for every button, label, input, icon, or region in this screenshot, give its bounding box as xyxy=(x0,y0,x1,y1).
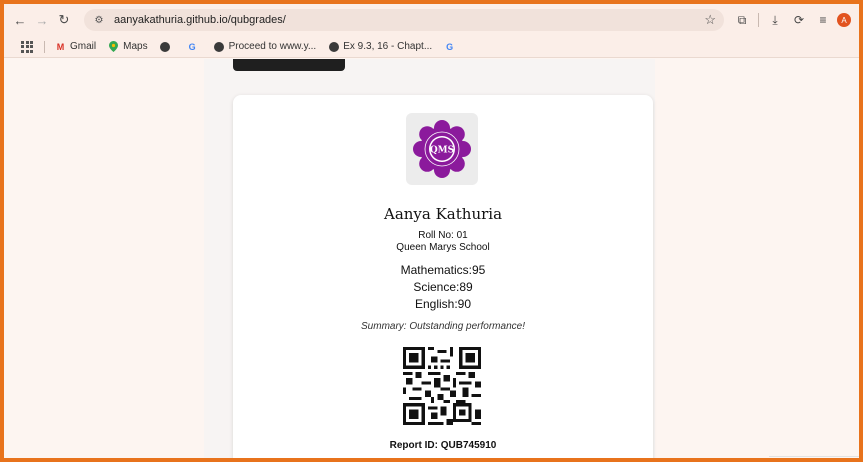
report-id: Report ID: QUB745910 xyxy=(389,440,497,451)
bookmarks-bar: M Gmail Maps G Proceed to www.y... Ex 9.… xyxy=(4,36,859,58)
performance-summary: Summary: Outstanding performance! xyxy=(361,321,525,332)
extensions-icon[interactable]: ⧉ xyxy=(732,10,752,30)
qr-code[interactable] xyxy=(403,347,481,425)
bookmark-star-icon[interactable]: ☆ xyxy=(704,12,716,28)
forward-button[interactable]: → xyxy=(32,10,52,30)
roll-number: Roll No: 01 xyxy=(418,230,468,241)
school-seal-icon: QMS xyxy=(413,120,471,178)
gmail-icon: M xyxy=(56,41,65,52)
top-dark-button[interactable] xyxy=(233,59,345,71)
google-icon: G xyxy=(188,41,196,52)
bookmark-google-1[interactable]: G xyxy=(187,41,202,52)
bookmark-google-2[interactable]: G xyxy=(444,41,459,52)
subject-science: Science:89 xyxy=(413,280,473,294)
menu-kebab-icon[interactable]: ⋮ xyxy=(857,10,859,30)
subject-mathematics: Mathematics:95 xyxy=(400,263,486,277)
bookmarks-divider xyxy=(44,40,45,53)
subject-english: English:90 xyxy=(414,297,472,311)
google-icon: G xyxy=(446,41,454,52)
download-icon[interactable]: ⤓ xyxy=(765,10,785,30)
bookmark-maps[interactable]: Maps xyxy=(108,41,148,52)
reading-list-icon[interactable]: ≡ xyxy=(813,10,833,30)
qr-code-icon xyxy=(403,347,481,425)
bookmark-proceed[interactable]: Proceed to www.y... xyxy=(214,41,316,52)
bookmark-ex-9-3[interactable]: Ex 9.3, 16 - Chapt... xyxy=(328,41,432,52)
bottom-right-divider xyxy=(769,456,859,457)
globe-icon xyxy=(328,41,339,52)
student-name: Aanya Kathuria xyxy=(383,205,503,223)
toolbar-divider xyxy=(758,13,759,27)
browser-window: ← → ↻ ⚙ aanyakathuria.github.io/qubgrade… xyxy=(4,4,859,458)
sync-icon[interactable]: ⟳ xyxy=(789,10,809,30)
school-logo: QMS xyxy=(406,113,478,185)
bookmark-globe-1[interactable] xyxy=(160,41,175,52)
globe-icon xyxy=(214,41,225,52)
reload-button[interactable]: ↻ xyxy=(54,10,74,30)
svg-text:QMS: QMS xyxy=(430,146,454,156)
page-content: QMS Aanya Kathuria Roll No: 01 Queen Mar… xyxy=(4,59,859,458)
globe-icon xyxy=(160,41,171,52)
address-bar[interactable]: ⚙ aanyakathuria.github.io/qubgrades/ ☆ xyxy=(84,9,724,31)
back-button[interactable]: ← xyxy=(10,10,30,30)
profile-avatar[interactable]: A xyxy=(837,13,851,27)
school-name: Queen Marys School xyxy=(396,242,490,253)
url-text[interactable]: aanyakathuria.github.io/qubgrades/ xyxy=(114,14,286,26)
report-card: QMS Aanya Kathuria Roll No: 01 Queen Mar… xyxy=(233,95,653,458)
apps-grid-icon[interactable] xyxy=(20,40,34,54)
site-settings-icon[interactable]: ⚙ xyxy=(92,13,106,27)
maps-icon xyxy=(108,41,119,52)
bookmark-gmail[interactable]: M Gmail xyxy=(55,41,96,52)
browser-toolbar: ← → ↻ ⚙ aanyakathuria.github.io/qubgrade… xyxy=(4,4,859,36)
